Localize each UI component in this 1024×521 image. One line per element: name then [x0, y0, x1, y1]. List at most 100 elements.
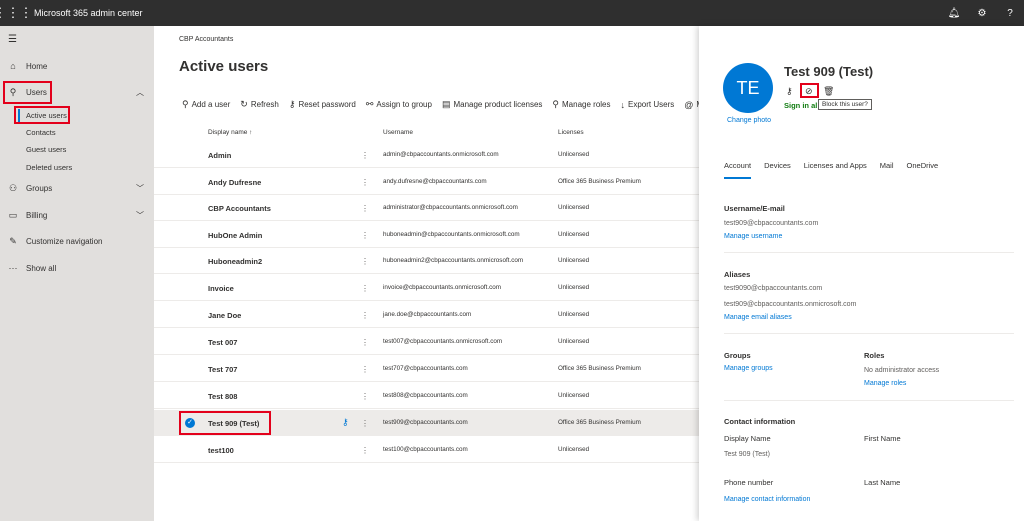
table-row[interactable]: Huboneadmin2 ⋮ huboneadmin2@cbpaccountan…: [154, 248, 699, 274]
sidebar-item-label: Billing: [26, 210, 48, 220]
bell-icon[interactable]: 🔔︎: [940, 8, 968, 19]
sidebar-subitem-deleted-users[interactable]: Deleted users: [26, 159, 72, 175]
table-row[interactable]: Jane Doe ⋮ jane.doe@cbpaccountants.com U…: [154, 302, 699, 328]
display-name-label: Display Name: [724, 434, 771, 443]
user-display-name[interactable]: HubOne Admin: [208, 231, 262, 240]
user-licenses: Unlicensed: [558, 204, 590, 211]
table-row[interactable]: test100 ⋮ test100@cbpaccountants.com Unl…: [154, 437, 699, 463]
breadcrumb[interactable]: CBP Accountants: [179, 36, 233, 43]
table-row[interactable]: Test 808 ⋮ test808@cbpaccountants.com Un…: [154, 383, 699, 409]
top-icons: 🔔︎ ⚙ ?: [940, 0, 1024, 26]
sidebar-item-show-all[interactable]: ··· Show all: [0, 259, 154, 277]
more-actions-icon[interactable]: ⋮: [361, 257, 369, 266]
table-row[interactable]: Andy Dufresne ⋮ andy.dufresne@cbpaccount…: [154, 169, 699, 195]
column-display-name[interactable]: Display name ↑: [208, 129, 252, 136]
user-display-name[interactable]: Admin: [208, 151, 231, 160]
reset-password-button[interactable]: ⚷ Reset password: [289, 99, 356, 110]
column-username[interactable]: Username: [383, 129, 413, 136]
change-photo-link[interactable]: Change photo: [727, 117, 771, 124]
table-row[interactable]: Invoice ⋮ invoice@cbpaccountants.onmicro…: [154, 275, 699, 301]
home-icon: ⌂: [10, 61, 16, 71]
table-row[interactable]: Test 707 ⋮ test707@cbpaccountants.com Of…: [154, 356, 699, 382]
user-display-name[interactable]: CBP Accountants: [208, 204, 271, 213]
tab-licenses-and-apps[interactable]: Licenses and Apps: [804, 161, 867, 179]
table-row[interactable]: HubOne Admin ⋮ huboneadmin@cbpaccountant…: [154, 222, 699, 248]
more-commands-button[interactable]: @M: [684, 99, 699, 110]
table-row[interactable]: Test 007 ⋮ test007@cbpaccountants.onmicr…: [154, 329, 699, 355]
menu-toggle-icon[interactable]: ☰: [8, 34, 17, 45]
divider: [724, 400, 1014, 401]
user-licenses: Unlicensed: [558, 338, 590, 345]
more-actions-icon[interactable]: ⋮: [361, 419, 369, 428]
more-actions-icon[interactable]: ⋮: [361, 178, 369, 187]
manage-roles-link[interactable]: Manage roles: [864, 380, 906, 387]
more-actions-icon[interactable]: ⋮: [361, 338, 369, 347]
panel-tabs: Account Devices Licenses and Apps Mail O…: [724, 161, 951, 179]
user-username: admin@cbpaccountants.onmicrosoft.com: [383, 151, 499, 158]
manage-groups-link[interactable]: Manage groups: [724, 365, 773, 372]
tab-mail[interactable]: Mail: [880, 161, 894, 179]
more-icon: ···: [8, 263, 18, 273]
user-username: test100@cbpaccountants.com: [383, 446, 468, 453]
more-actions-icon[interactable]: ⋮: [361, 284, 369, 293]
refresh-button[interactable]: ↻ Refresh: [240, 99, 279, 110]
chevron-down-icon[interactable]: ﹀: [136, 210, 144, 221]
user-display-name[interactable]: Jane Doe: [208, 311, 241, 320]
chevron-down-icon[interactable]: ﹀: [136, 183, 144, 194]
key-icon[interactable]: ⚷: [342, 417, 349, 428]
table-row[interactable]: Admin ⋮ admin@cbpaccountants.onmicrosoft…: [154, 142, 699, 168]
help-icon[interactable]: ?: [996, 8, 1024, 19]
more-actions-icon[interactable]: ⋮: [361, 231, 369, 240]
highlight-box: [14, 106, 70, 124]
sidebar-item-label: Groups: [26, 183, 53, 193]
sidebar-item-groups[interactable]: ⚇ Groups ﹀: [0, 179, 154, 197]
user-licenses: Unlicensed: [558, 311, 590, 318]
sidebar-item-home[interactable]: ⌂ Home: [0, 57, 154, 75]
more-actions-icon[interactable]: ⋮: [361, 446, 369, 455]
export-users-button[interactable]: ↓ Export Users: [621, 99, 675, 110]
alias-value: test909@cbpaccountants.onmicrosoft.com: [724, 301, 857, 308]
user-display-name[interactable]: Test 007: [208, 338, 237, 347]
user-display-name[interactable]: Invoice: [208, 284, 234, 293]
user-username: invoice@cbpaccountants.onmicrosoft.com: [383, 284, 502, 291]
more-actions-icon[interactable]: ⋮: [361, 365, 369, 374]
add-user-button[interactable]: ⚲ Add a user: [182, 99, 230, 110]
user-licenses: Office 365 Business Premium: [558, 365, 641, 372]
user-display-name[interactable]: Test 808: [208, 392, 237, 401]
more-actions-icon[interactable]: ⋮: [361, 311, 369, 320]
column-licenses[interactable]: Licenses: [558, 129, 584, 136]
user-display-name[interactable]: Huboneadmin2: [208, 257, 262, 266]
manage-roles-button[interactable]: ⚲ Manage roles: [552, 99, 610, 110]
panel-title: Test 909 (Test): [784, 64, 874, 79]
app-title[interactable]: Microsoft 365 admin center: [34, 8, 143, 18]
sidebar-item-billing[interactable]: ▭ Billing ﹀: [0, 206, 154, 224]
chevron-up-icon[interactable]: ︿: [136, 87, 144, 98]
phone-number-label: Phone number: [724, 478, 774, 487]
sidebar-item-customize-navigation[interactable]: ✎ Customize navigation: [0, 232, 154, 250]
tab-devices[interactable]: Devices: [764, 161, 791, 179]
sidebar-subitem-guest-users[interactable]: Guest users: [26, 141, 66, 157]
delete-icon[interactable]: 🗑︎: [823, 86, 834, 97]
manage-username-link[interactable]: Manage username: [724, 233, 782, 240]
user-display-name[interactable]: Test 707: [208, 365, 237, 374]
table-row[interactable]: CBP Accountants ⋮ administrator@cbpaccou…: [154, 195, 699, 221]
user-display-name[interactable]: Andy Dufresne: [208, 178, 261, 187]
sidebar-subitem-contacts[interactable]: Contacts: [26, 124, 56, 140]
more-actions-icon[interactable]: ⋮: [361, 151, 369, 160]
highlight-box: [179, 411, 271, 435]
key-icon[interactable]: ⚷: [786, 86, 793, 97]
gear-icon[interactable]: ⚙: [968, 8, 996, 19]
manage-contact-information-link[interactable]: Manage contact information: [724, 496, 810, 503]
manage-email-aliases-link[interactable]: Manage email aliases: [724, 314, 792, 321]
manage-product-licenses-button[interactable]: ▤ Manage product licenses: [442, 99, 542, 110]
app-launcher-icon[interactable]: ⋮⋮⋮: [0, 0, 33, 26]
more-actions-icon[interactable]: ⋮: [361, 204, 369, 213]
user-display-name[interactable]: test100: [208, 446, 234, 455]
roles-heading: Roles: [864, 351, 885, 360]
assign-to-group-button[interactable]: ⚯ Assign to group: [366, 99, 432, 110]
top-bar: ⋮⋮⋮ Microsoft 365 admin center 🔔︎ ⚙ ?: [0, 0, 1024, 26]
pencil-icon: ✎: [9, 235, 17, 246]
tab-onedrive[interactable]: OneDrive: [907, 161, 939, 179]
tab-account[interactable]: Account: [724, 161, 752, 179]
more-actions-icon[interactable]: ⋮: [361, 392, 369, 401]
